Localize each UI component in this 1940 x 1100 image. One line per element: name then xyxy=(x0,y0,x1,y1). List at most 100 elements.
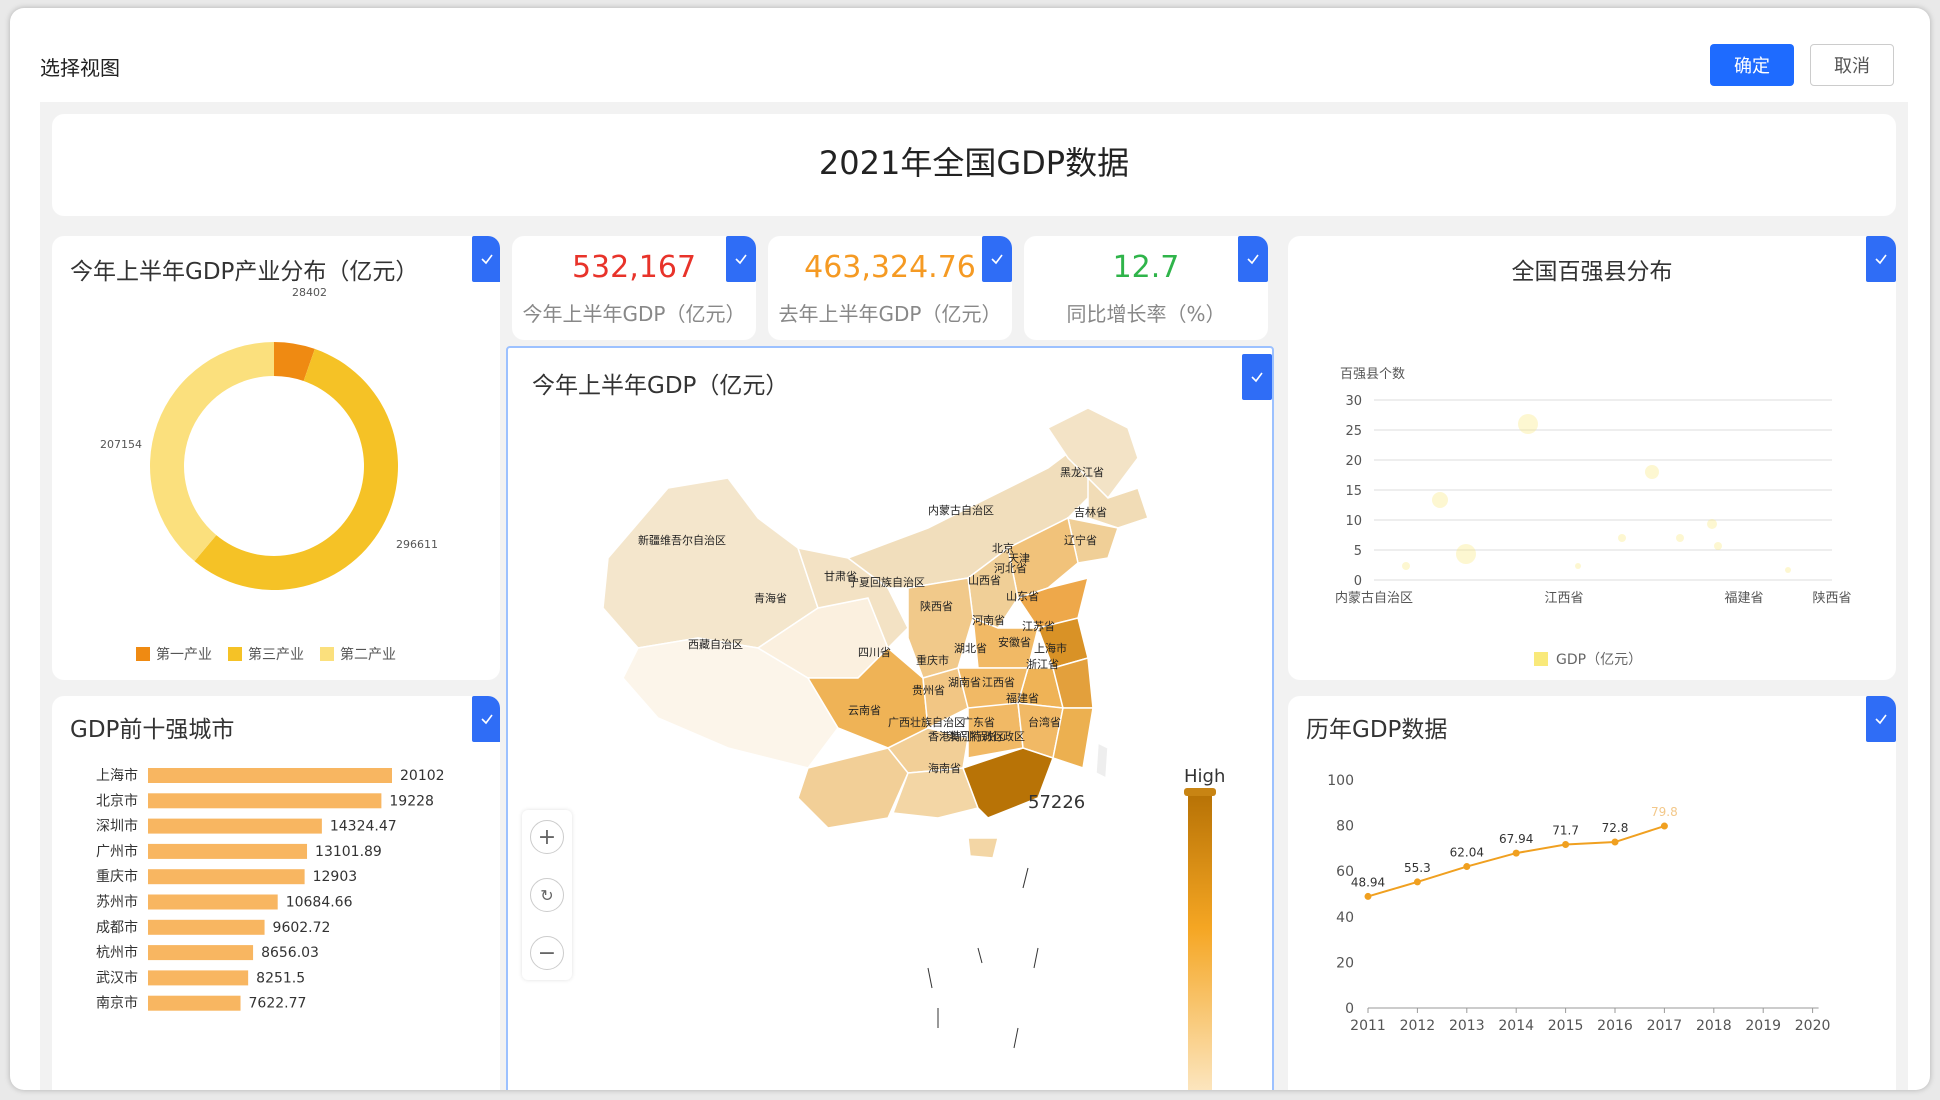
legend-swatch xyxy=(136,647,150,661)
industry-donut-card[interactable]: 今年上半年GDP产业分布（亿元） 28402 296611 207154 第一产业第… xyxy=(52,236,500,680)
y-tick-label: 20 xyxy=(1345,454,1362,469)
reset-view-button[interactable]: ↻ xyxy=(530,878,564,912)
point-label: 67.94 xyxy=(1499,832,1533,846)
bar xyxy=(148,768,392,783)
bar-category-label: 武汉市 xyxy=(96,969,138,986)
select-checkbox[interactable] xyxy=(726,236,756,282)
point-label: 62.04 xyxy=(1450,846,1484,860)
scatter-point xyxy=(1707,519,1717,529)
scatter-point xyxy=(1518,414,1538,434)
plus-icon: + xyxy=(537,824,557,850)
minus-icon: − xyxy=(537,940,557,966)
province-label: 山西省 xyxy=(968,574,1001,587)
counties-scatter-chart: 百强县个数 0 5 10 15 20 25 30 内蒙古自治区 江西省 福建省 陕西省 GDP（亿元） xyxy=(1335,367,1852,668)
province-label: 新疆维吾尔自治区 xyxy=(638,533,726,547)
province-label: 广西壮族自治区 xyxy=(888,715,965,729)
kpi-card-growth-rate[interactable]: 12.7 同比增长率（%） xyxy=(1024,236,1268,340)
line-point xyxy=(1463,863,1471,871)
bar-value-label: 19228 xyxy=(389,793,434,809)
province-label: 青海省 xyxy=(754,591,787,605)
dashboard-canvas: 2021年全国GDP数据 今年上半年GDP产业分布（亿元） 28402 29661… xyxy=(40,102,1908,1090)
bar-value-label: 8656.03 xyxy=(261,945,319,961)
bar xyxy=(148,843,308,859)
top-cities-bar-chart: 上海市 20102 北京市 19228 深圳市 14324.47 广州市 13101.89 重庆… xyxy=(96,767,445,1012)
scatter-point xyxy=(1785,567,1791,573)
y-tick-label: 5 xyxy=(1354,544,1362,559)
kpi-card-this-year[interactable]: 532,167 今年上半年GDP（亿元） xyxy=(512,236,756,340)
kpi-value: 532,167 xyxy=(571,250,697,285)
legend-label: 第一产业 xyxy=(156,647,212,663)
legend-label: GDP（亿元） xyxy=(1556,652,1642,668)
checkmark-icon xyxy=(1247,254,1259,265)
x-tick-label: 2020 xyxy=(1795,1018,1831,1034)
map-legend-gradient xyxy=(1188,796,1212,1090)
province-label: 陕西省 xyxy=(920,599,953,613)
map-legend-max: 57226 xyxy=(1028,792,1085,813)
kpi-value: 463,324.76 xyxy=(804,250,976,285)
line-point xyxy=(1364,892,1372,900)
bar-category-label: 成都市 xyxy=(96,919,138,936)
map-legend-handle[interactable] xyxy=(1184,788,1216,796)
dashboard-title-card[interactable]: 2021年全国GDP数据 xyxy=(52,114,1896,216)
dashboard-title: 2021年全国GDP数据 xyxy=(818,144,1130,182)
bar xyxy=(148,869,305,885)
dialog-title: 选择视图 xyxy=(40,56,120,80)
x-tick-label: 江西省 xyxy=(1544,591,1583,606)
bar-value-label: 12903 xyxy=(313,869,358,885)
refresh-icon: ↻ xyxy=(540,885,554,905)
province-label: 河南省 xyxy=(972,614,1005,627)
legend-label: 第二产业 xyxy=(340,647,396,663)
bar xyxy=(148,945,254,961)
legend-item[interactable]: 第一产业 xyxy=(136,644,212,664)
map-region-xinjiang xyxy=(602,477,819,649)
donut-slice-label: 28402 xyxy=(292,286,327,299)
confirm-button[interactable]: 确定 xyxy=(1710,44,1794,86)
bar-category-label: 北京市 xyxy=(96,792,138,809)
bar-value-label: 13101.89 xyxy=(315,844,382,860)
x-tick-label: 2019 xyxy=(1745,1018,1781,1034)
china-gdp-map[interactable]: 黑龙江省 吉林省 辽宁省 内蒙古自治区 新疆维吾尔自治区 甘肃省 宁夏回族自治区… xyxy=(508,348,1274,1090)
top-counties-card[interactable]: 全国百强县分布 百强县个数 0 5 10 15 20 25 30 内蒙古自治区 江西省 福建省 陕西省… xyxy=(1288,236,1896,680)
legend-swatch xyxy=(320,647,334,661)
kpi-card-last-year[interactable]: 463,324.76 去年上半年GDP（亿元） xyxy=(768,236,1012,340)
province-label: 贵州省 xyxy=(912,684,945,697)
bar xyxy=(148,894,278,910)
select-checkbox[interactable] xyxy=(982,236,1012,282)
bar-category-label: 苏州市 xyxy=(96,894,138,911)
y-tick-label: 25 xyxy=(1345,424,1362,439)
bar-value-label: 7622.77 xyxy=(249,996,307,1012)
bar xyxy=(148,970,249,986)
kpi-label: 同比增长率（%） xyxy=(1066,302,1226,326)
select-view-dialog: 选择视图 确定 取消 2021年全国GDP数据 今年上半年GDP产业分布（亿元）… xyxy=(10,8,1930,1090)
scatter-point xyxy=(1432,492,1448,508)
y-tick-label: 0 xyxy=(1345,1001,1354,1017)
x-tick-label: 2013 xyxy=(1449,1018,1485,1034)
y-axis-title: 百强县个数 xyxy=(1340,367,1405,382)
bar-category-label: 杭州市 xyxy=(96,944,138,961)
province-label: 江苏省 xyxy=(1022,620,1055,633)
legend-item[interactable]: 第二产业 xyxy=(320,644,396,664)
zoom-out-button[interactable]: − xyxy=(530,936,564,970)
donut-slice-label: 296611 xyxy=(396,538,438,551)
x-tick-label: 2012 xyxy=(1400,1018,1436,1034)
bar-value-label: 14324.47 xyxy=(330,819,397,835)
x-tick-label: 2016 xyxy=(1597,1018,1633,1034)
scatter-point xyxy=(1714,542,1722,550)
line-point xyxy=(1413,878,1421,886)
province-label: 河北省 xyxy=(994,562,1027,575)
province-label: 辽宁省 xyxy=(1064,533,1097,547)
gdp-map-card[interactable]: 今年上半年GDP（亿元） 黑龙江省 吉林省 辽宁省 内蒙古自治区 新疆维吾尔自治… xyxy=(506,346,1274,1090)
province-label: 吉林省 xyxy=(1074,505,1107,519)
province-label: 澳门特别行政区 xyxy=(948,729,1025,743)
province-label: 四川省 xyxy=(858,646,891,659)
province-label: 台湾省 xyxy=(1028,715,1061,729)
gdp-history-card[interactable]: 历年GDP数据 0 20 40 60 80 100 2011 2012 2013 2014 2015… xyxy=(1288,696,1896,1090)
select-checkbox[interactable] xyxy=(1238,236,1268,282)
x-tick-label: 陕西省 xyxy=(1812,591,1851,606)
province-label: 福建省 xyxy=(1006,691,1039,705)
top-cities-card[interactable]: GDP前十强城市 上海市 20102 北京市 19228 深圳市 14324.47 广州市 1… xyxy=(52,696,500,1090)
map-legend-high: High xyxy=(1184,766,1225,787)
zoom-in-button[interactable]: + xyxy=(530,820,564,854)
cancel-button[interactable]: 取消 xyxy=(1810,44,1894,86)
legend-item[interactable]: 第三产业 xyxy=(228,644,304,664)
